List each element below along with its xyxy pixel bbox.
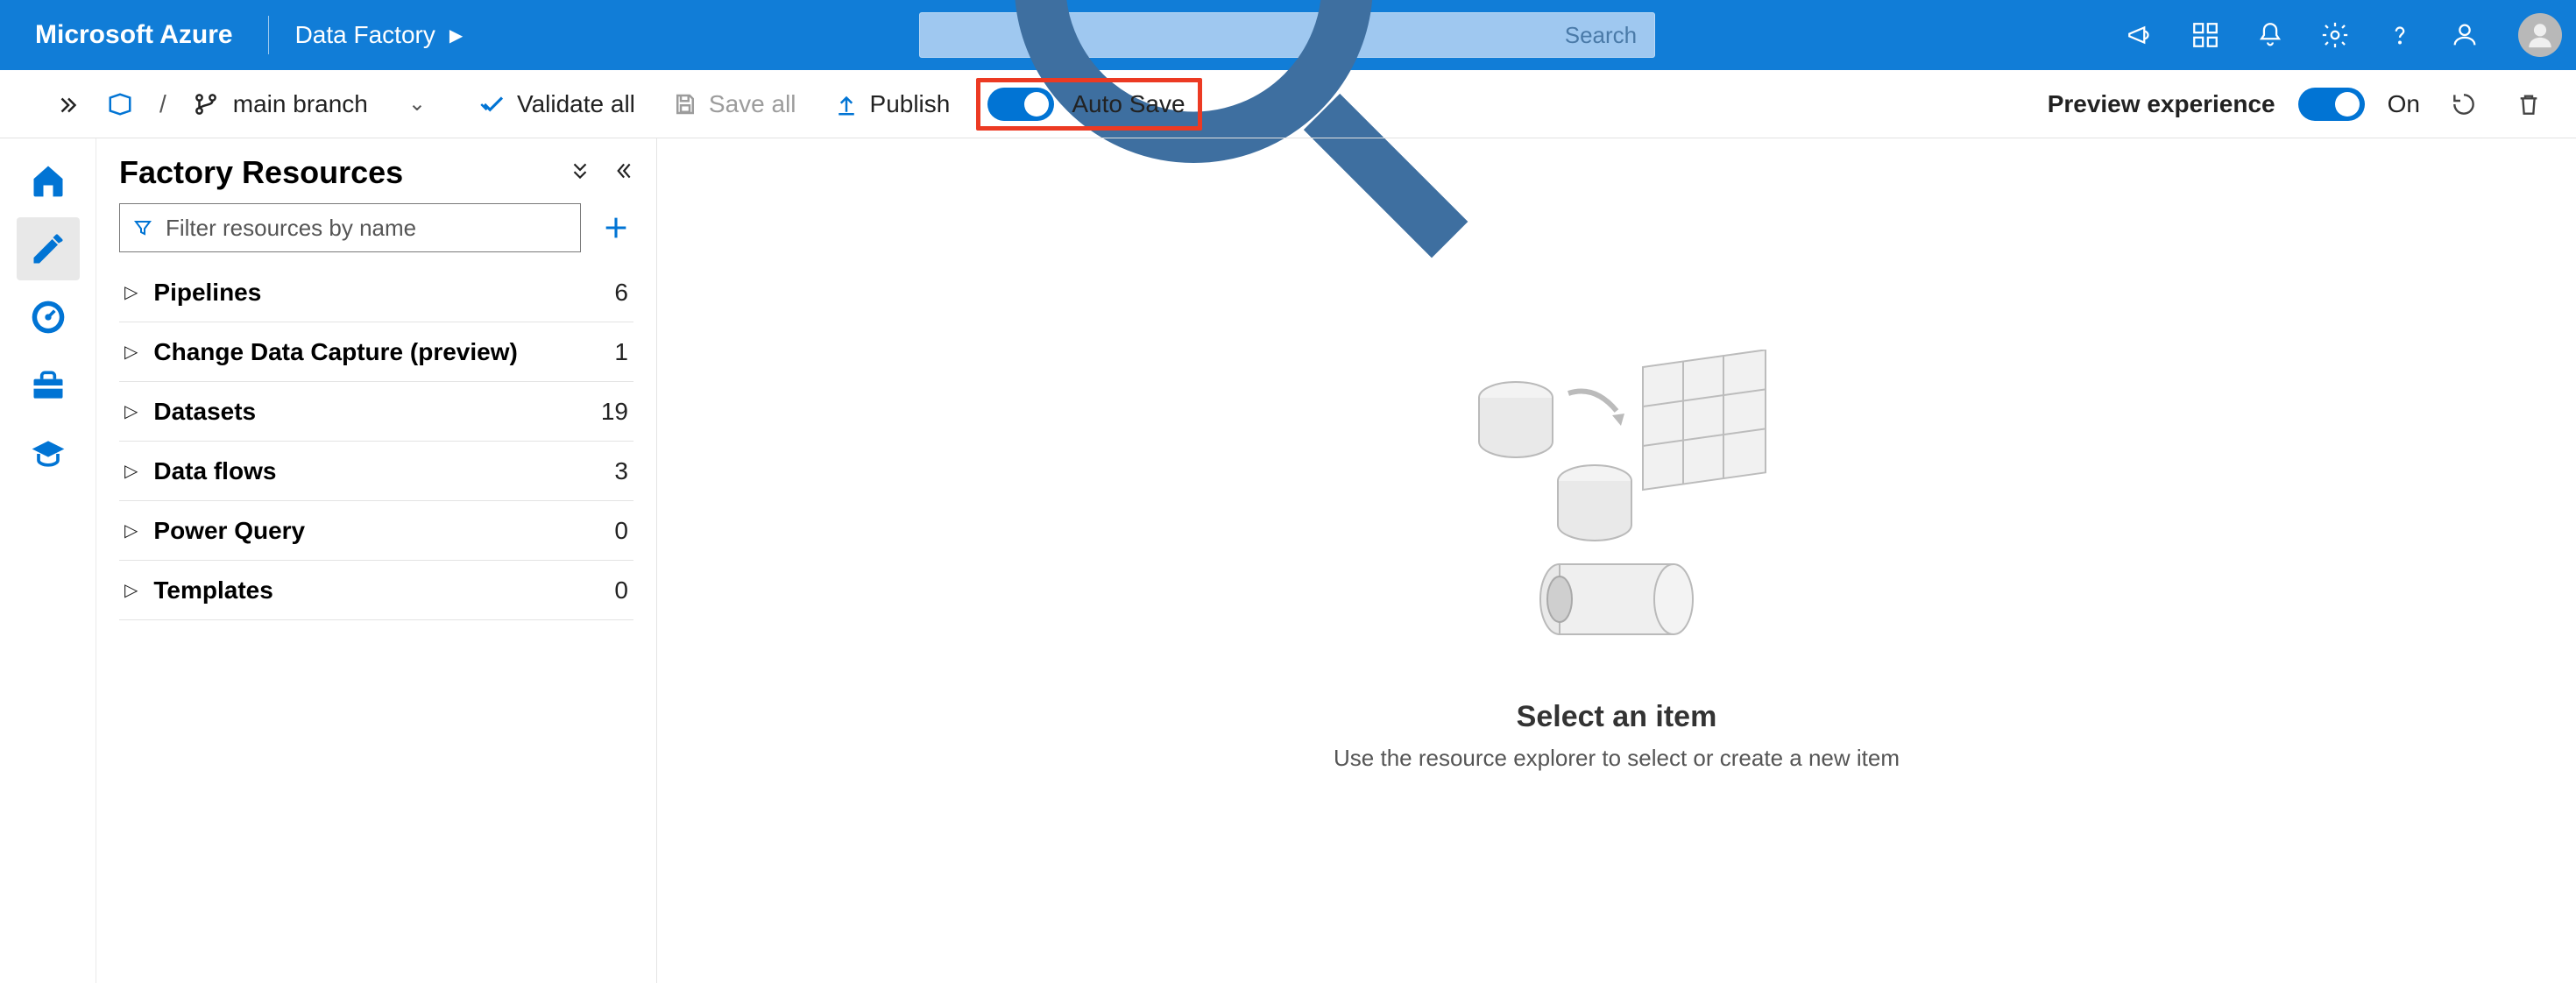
pin-panel-button[interactable]	[611, 159, 633, 187]
auto-save-highlight: Auto Save	[976, 78, 1201, 131]
tree-label: Datasets	[153, 398, 256, 426]
diagnostics-icon[interactable]	[2176, 9, 2234, 61]
empty-state-title: Select an item	[1334, 700, 1900, 734]
breadcrumb-separator: /	[159, 90, 166, 118]
auto-save-toggle[interactable]	[987, 88, 1054, 121]
add-resource-button[interactable]	[598, 210, 633, 245]
caret-right-icon: ▷	[124, 579, 138, 601]
save-icon	[672, 91, 698, 117]
refresh-icon	[2450, 90, 2478, 118]
tree-count: 3	[614, 457, 628, 485]
author-toolbar: / main branch ⌄ Validate all Save all Pu…	[0, 70, 2576, 138]
double-chevron-down-icon	[569, 159, 591, 182]
user-avatar[interactable]	[2518, 13, 2562, 57]
left-nav-rail	[0, 138, 96, 983]
tree-item-powerquery[interactable]: ▷ Power Query 0	[119, 501, 633, 561]
nav-home[interactable]	[17, 149, 80, 212]
refresh-button[interactable]	[2443, 83, 2485, 125]
gauge-icon	[29, 298, 67, 336]
trash-icon	[2515, 90, 2543, 118]
branch-selector[interactable]: main branch ⌄	[182, 85, 436, 124]
preview-experience-toggle[interactable]	[2298, 88, 2365, 121]
save-all-label: Save all	[709, 90, 796, 118]
branch-name: main branch	[233, 90, 368, 118]
publish-label: Publish	[870, 90, 951, 118]
nav-manage[interactable]	[17, 354, 80, 417]
nav-learning[interactable]	[17, 422, 80, 485]
tree-count: 0	[614, 576, 628, 605]
graduation-cap-icon	[29, 435, 67, 473]
main-canvas: Select an item Use the resource explorer…	[657, 138, 2576, 983]
discard-button[interactable]	[2508, 83, 2550, 125]
notifications-icon[interactable]	[2241, 9, 2299, 61]
empty-state: Select an item Use the resource explorer…	[1334, 350, 1900, 772]
double-chevron-left-icon	[611, 159, 633, 182]
top-right-icons	[2112, 9, 2562, 61]
chevron-right-icon: ▶	[449, 25, 463, 46]
toolbox-icon	[29, 366, 67, 405]
filter-placeholder: Filter resources by name	[166, 215, 416, 242]
breadcrumb-data-factory[interactable]: Data Factory ▶	[287, 21, 464, 49]
caret-right-icon: ▷	[124, 400, 138, 422]
tree-count: 0	[614, 517, 628, 545]
tree-item-pipelines[interactable]: ▷ Pipelines 6	[119, 263, 633, 322]
announcements-icon[interactable]	[2112, 9, 2169, 61]
tree-count: 1	[614, 338, 628, 366]
auto-save-label: Auto Save	[1072, 90, 1185, 118]
tree-item-datasets[interactable]: ▷ Datasets 19	[119, 382, 633, 442]
tree-label: Templates	[153, 576, 272, 605]
tree-item-templates[interactable]: ▷ Templates 0	[119, 561, 633, 620]
tree-label: Power Query	[153, 517, 305, 545]
empty-state-illustration	[1433, 350, 1801, 665]
preview-experience-label: Preview experience	[2048, 90, 2275, 118]
validate-all-label: Validate all	[517, 90, 635, 118]
preview-experience-group: Preview experience On	[2048, 83, 2550, 125]
search-wrap: Search	[480, 12, 2094, 58]
nav-author[interactable]	[17, 217, 80, 280]
plus-icon	[601, 213, 631, 243]
toggle-knob	[1024, 92, 1049, 117]
validate-all-button[interactable]: Validate all	[470, 85, 646, 124]
repo-root-icon[interactable]	[96, 86, 144, 123]
brand-title[interactable]: Microsoft Azure	[35, 20, 251, 50]
caret-right-icon: ▷	[124, 341, 138, 363]
tree-count: 19	[601, 398, 628, 426]
git-branch-icon	[193, 91, 219, 117]
caret-right-icon: ▷	[124, 460, 138, 482]
filter-icon	[132, 217, 153, 238]
chevron-down-icon: ⌄	[382, 91, 426, 117]
home-icon	[29, 161, 67, 200]
global-search-input[interactable]: Search	[919, 12, 1655, 58]
search-placeholder: Search	[1565, 22, 1637, 49]
tree-item-dataflows[interactable]: ▷ Data flows 3	[119, 442, 633, 501]
empty-state-subtitle: Use the resource explorer to select or c…	[1334, 745, 1900, 772]
expand-rail-button[interactable]	[49, 86, 88, 124]
panel-title: Factory Resources	[119, 154, 403, 191]
caret-right-icon: ▷	[124, 281, 138, 303]
tree-label: Change Data Capture (preview)	[153, 338, 517, 366]
breadcrumb-label: Data Factory	[295, 21, 435, 49]
publish-button[interactable]: Publish	[823, 85, 961, 124]
tree-item-cdc[interactable]: ▷ Change Data Capture (preview) 1	[119, 322, 633, 382]
tree-label: Data flows	[153, 457, 276, 485]
azure-top-bar: Microsoft Azure Data Factory ▶ Search	[0, 0, 2576, 70]
factory-resources-panel: Factory Resources Filter resources by na…	[96, 138, 657, 983]
brand-divider	[268, 16, 269, 54]
checkmark-icon	[480, 91, 506, 117]
filter-resources-input[interactable]: Filter resources by name	[119, 203, 581, 252]
pencil-icon	[29, 230, 67, 268]
tree-count: 6	[614, 279, 628, 307]
feedback-icon[interactable]	[2436, 9, 2494, 61]
publish-icon	[833, 91, 860, 117]
help-icon[interactable]	[2371, 9, 2429, 61]
save-all-button: Save all	[662, 85, 807, 124]
collapse-all-button[interactable]	[569, 159, 591, 187]
caret-right-icon: ▷	[124, 520, 138, 541]
nav-monitor[interactable]	[17, 286, 80, 349]
settings-icon[interactable]	[2306, 9, 2364, 61]
toggle-knob	[2335, 92, 2360, 117]
preview-toggle-state: On	[2388, 90, 2420, 118]
tree-label: Pipelines	[153, 279, 261, 307]
